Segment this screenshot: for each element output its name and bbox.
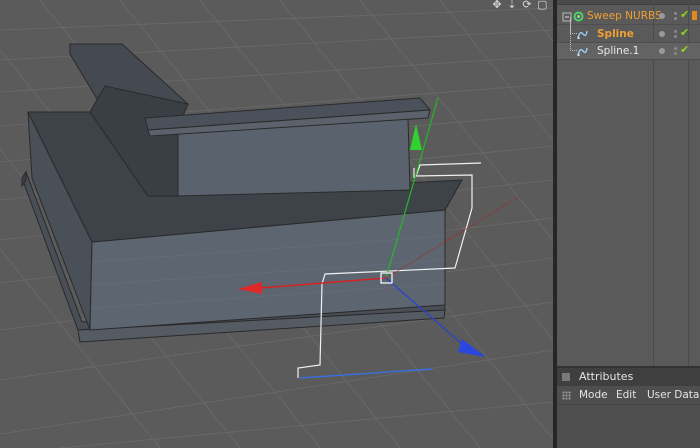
spline-icon (577, 46, 588, 57)
attributes-title: Attributes (579, 370, 634, 383)
enabled-check-icon[interactable]: ✔ (680, 42, 689, 58)
render-visibility-dot (674, 17, 677, 20)
editor-visibility-dot[interactable] (659, 13, 665, 19)
object-manager-panel: Sweep NURBS ✔ Spline ✔ Spline.1 ✔ (557, 0, 700, 366)
attributes-menu-bar: Mode Edit User Data (557, 386, 700, 405)
object-label[interactable]: Sweep NURBS (587, 8, 662, 24)
editor-visibility-dot[interactable] (659, 48, 665, 54)
render-visibility-dot[interactable] (674, 47, 677, 50)
tree-connector (570, 17, 577, 51)
render-visibility-dot (674, 35, 677, 38)
object-manager-header (557, 0, 700, 5)
render-visibility-dot[interactable] (674, 12, 677, 15)
render-visibility-dot[interactable] (674, 30, 677, 33)
object-label[interactable]: Spline (597, 26, 634, 42)
move-icon[interactable]: ✥ (492, 0, 502, 10)
tag-icon[interactable] (692, 11, 697, 20)
attributes-title-bar: Attributes (557, 368, 700, 386)
menu-user-data[interactable]: User Data (647, 386, 699, 404)
z-axis-arrow-icon[interactable] (458, 339, 486, 357)
sweep-model[interactable] (21, 43, 463, 343)
attributes-panel: Attributes Mode Edit User Data (557, 368, 700, 448)
menu-edit[interactable]: Edit (616, 386, 636, 404)
object-label[interactable]: Spline.1 (597, 43, 639, 59)
menu-mode[interactable]: Mode (579, 386, 608, 404)
3d-viewport[interactable]: ✥ ⇣ ⟳ ▢ (0, 0, 553, 448)
viewport-toolbar: ✥ ⇣ ⟳ ▢ (492, 0, 547, 10)
spline-selected-segment[interactable] (299, 368, 433, 379)
y-axis-arrow-icon[interactable] (410, 124, 422, 150)
editor-visibility-dot[interactable] (659, 31, 665, 37)
render-visibility-dot (674, 52, 677, 55)
object-row-spline[interactable]: Spline ✔ (557, 18, 700, 43)
viewport-scene[interactable] (0, 0, 553, 448)
panel-menu-icon[interactable] (562, 373, 570, 381)
maximize-icon[interactable]: ▢ (537, 0, 547, 10)
enabled-check-icon[interactable]: ✔ (680, 25, 689, 41)
zoom-arrow-icon[interactable]: ⇣ (507, 0, 517, 10)
object-row-sweep-nurbs[interactable]: Sweep NURBS ✔ (557, 8, 700, 25)
object-row-spline-1[interactable]: Spline.1 ✔ (557, 17, 700, 60)
enabled-check-icon[interactable]: ✔ (680, 7, 689, 23)
spline-icon (577, 29, 588, 40)
grip-icon[interactable] (562, 391, 571, 400)
rotate-icon[interactable]: ⟳ (522, 0, 532, 10)
